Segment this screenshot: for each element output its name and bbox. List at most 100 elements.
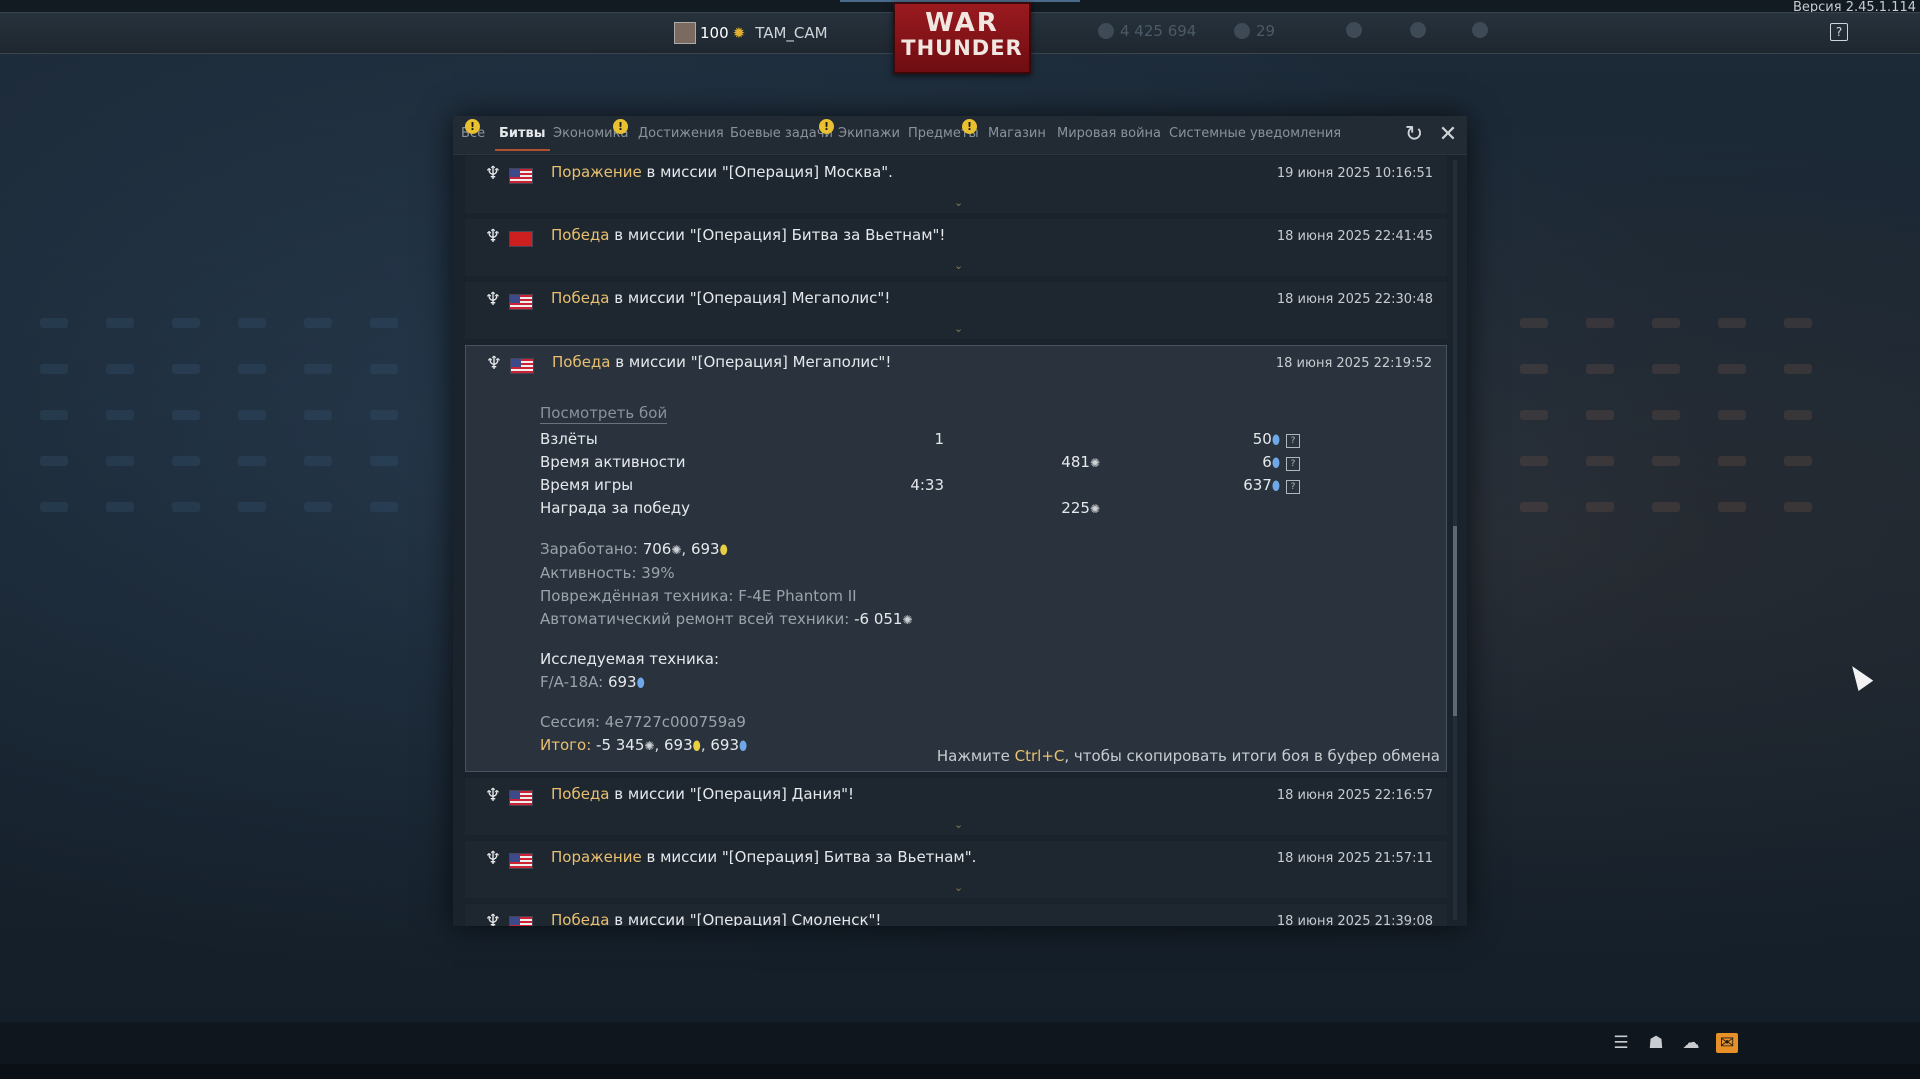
eagle-icon bbox=[1234, 23, 1250, 39]
help-icon[interactable]: ? bbox=[1286, 457, 1300, 471]
research-points-icon: ⬮ bbox=[1271, 433, 1280, 448]
chevron-down-icon[interactable]: ⌄ bbox=[954, 818, 963, 831]
list-item[interactable]: ♆ Победа в миссии "[Операция] Мегаполис"… bbox=[465, 282, 1447, 339]
activity-text: Активность: 39% bbox=[540, 564, 675, 582]
trophy-icon: ♆ bbox=[485, 353, 503, 374]
list-item[interactable]: ♆ Поражение в миссии "[Операция] Москва"… bbox=[465, 156, 1447, 213]
view-battle-link[interactable]: Посмотреть бой bbox=[540, 404, 668, 424]
silver-lions-icon: ✺ bbox=[644, 739, 655, 753]
star-icon: ✹ bbox=[732, 24, 746, 42]
warning-icon: ! bbox=[465, 119, 480, 134]
trophy-icon: ♆ bbox=[484, 226, 502, 247]
research-points-icon bbox=[1346, 22, 1362, 38]
result-word: Победа bbox=[552, 353, 611, 371]
vietnam-flag-icon bbox=[509, 231, 533, 247]
bottom-strip bbox=[0, 1064, 1920, 1079]
damaged-vehicle-text: Повреждённая техника: F-4E Phantom II bbox=[540, 587, 857, 605]
scrollbar-thumb[interactable] bbox=[1453, 526, 1457, 716]
refresh-icon[interactable]: ↻ bbox=[1401, 122, 1427, 148]
war-thunder-logo[interactable]: WAR THUNDER bbox=[893, 2, 1031, 74]
chevron-down-icon[interactable]: ⌄ bbox=[954, 259, 963, 272]
copy-hint: Нажмите Ctrl+C, чтобы скопировать итоги … bbox=[936, 747, 1440, 765]
usa-flag-icon bbox=[509, 916, 533, 926]
chevron-down-icon[interactable]: ⌄ bbox=[954, 322, 963, 335]
research-points-icon: ⬮ bbox=[739, 739, 748, 754]
research-section: Исследуемая техника: F/A-18A: 693⬮ bbox=[540, 650, 720, 691]
battle-details: Посмотреть бой Взлёты 1 50⬮ ? Время акти… bbox=[540, 404, 1440, 758]
premium-icon bbox=[1410, 22, 1426, 38]
tab-economy[interactable]: Экономика ! bbox=[553, 119, 628, 141]
list-item-expanded[interactable]: ♆ Победа в миссии "[Операция] Мегаполис"… bbox=[465, 345, 1447, 772]
eagles-balance[interactable]: 29 bbox=[1234, 22, 1275, 40]
notifications-dialog: Все ! Битвы Экономика ! Достижения Боевы… bbox=[453, 116, 1467, 926]
timestamp: 18 июня 2025 22:19:52 bbox=[1275, 356, 1432, 371]
result-word: Поражение bbox=[551, 163, 642, 181]
timestamp: 18 июня 2025 22:41:45 bbox=[1276, 229, 1433, 244]
timestamp: 18 июня 2025 22:30:48 bbox=[1276, 292, 1433, 307]
mission-text: в миссии "[Операция] Битва за Вьетнам"! bbox=[609, 226, 946, 244]
timestamp: 19 июня 2025 10:16:51 bbox=[1276, 166, 1433, 181]
mission-text: в миссии "[Операция] Москва". bbox=[641, 163, 893, 181]
chevron-down-icon[interactable]: ⌄ bbox=[954, 881, 963, 894]
research-points-resource[interactable] bbox=[1346, 22, 1362, 38]
research-points-icon: ⬮ bbox=[1271, 456, 1280, 471]
tab-items[interactable]: Предметы ! bbox=[908, 119, 979, 141]
list-item[interactable]: ♆ Поражение в миссии "[Операция] Битва з… bbox=[465, 841, 1447, 898]
earnings-summary: Заработано: 706✺, 693⬮ Активность: 39% П… bbox=[540, 538, 1440, 632]
avatar[interactable] bbox=[674, 22, 696, 44]
squad-icon[interactable]: ☗ bbox=[1645, 1033, 1667, 1053]
lightbulb-icon: ⬮ bbox=[692, 739, 701, 754]
mission-text: в миссии "[Операция] Смоленск"! bbox=[609, 911, 882, 926]
silver-lions-icon bbox=[1098, 23, 1114, 39]
table-row: Время активности 481✺ 6⬮ ? bbox=[540, 453, 1440, 476]
list-icon[interactable]: ☰ bbox=[1610, 1033, 1632, 1053]
tab-bar: Все ! Битвы Экономика ! Достижения Боевы… bbox=[453, 116, 1467, 155]
usa-flag-icon bbox=[510, 358, 534, 374]
chevron-down-icon[interactable]: ⌄ bbox=[954, 196, 963, 209]
player-level: 100 bbox=[700, 24, 729, 42]
warning-icon: ! bbox=[962, 119, 977, 134]
tab-crews[interactable]: Экипажи bbox=[838, 126, 900, 141]
tickets-resource[interactable] bbox=[1472, 22, 1488, 38]
result-word: Победа bbox=[551, 289, 610, 307]
mission-text: в миссии "[Операция] Битва за Вьетнам". bbox=[641, 848, 977, 866]
tab-battle-tasks[interactable]: Боевые задачи ! bbox=[730, 119, 834, 141]
help-icon[interactable]: ? bbox=[1286, 480, 1300, 494]
help-icon[interactable]: ? bbox=[1286, 434, 1300, 448]
scrollbar[interactable] bbox=[1453, 160, 1457, 920]
mail-icon[interactable]: ✉ bbox=[1716, 1033, 1738, 1053]
help-button[interactable]: ? bbox=[1830, 23, 1848, 41]
mission-text: в миссии "[Операция] Мегаполис"! bbox=[609, 289, 891, 307]
timestamp: 18 июня 2025 22:16:57 bbox=[1276, 788, 1433, 803]
usa-flag-icon bbox=[509, 294, 533, 310]
silver-lions-icon: ✺ bbox=[1089, 456, 1100, 470]
ticket-icon bbox=[1472, 22, 1488, 38]
timestamp: 18 июня 2025 21:57:11 bbox=[1276, 851, 1433, 866]
tab-system-notifications[interactable]: Системные уведомления bbox=[1169, 126, 1341, 141]
usa-flag-icon bbox=[509, 168, 533, 184]
tab-achievements[interactable]: Достижения bbox=[638, 126, 724, 141]
tab-all[interactable]: Все ! bbox=[461, 119, 485, 141]
silver-lions-icon: ✺ bbox=[902, 613, 913, 627]
close-icon[interactable]: ✕ bbox=[1435, 122, 1461, 148]
list-item[interactable]: ♆ Победа в миссии "[Операция] Смоленск"!… bbox=[465, 904, 1447, 926]
player-info[interactable]: 100 ✹ TAM_CAM bbox=[674, 22, 828, 44]
parachute-defeat-icon: ♆ bbox=[484, 848, 502, 869]
silver-lions-balance[interactable]: 4 425 694 bbox=[1098, 22, 1196, 40]
mission-text: в миссии "[Операция] Мегаполис"! bbox=[610, 353, 892, 371]
tab-world-war[interactable]: Мировая война bbox=[1057, 126, 1161, 141]
list-item[interactable]: ♆ Победа в миссии "[Операция] Битва за В… bbox=[465, 219, 1447, 276]
usa-flag-icon bbox=[509, 790, 533, 806]
mission-text: в миссии "[Операция] Дания"! bbox=[609, 785, 855, 803]
tab-battles[interactable]: Битвы bbox=[495, 126, 550, 151]
list-item[interactable]: ♆ Победа в миссии "[Операция] Дания"! 18… bbox=[465, 778, 1447, 835]
tab-store[interactable]: Магазин bbox=[988, 126, 1046, 141]
result-word: Победа bbox=[551, 226, 610, 244]
battle-notifications-list[interactable]: ♆ Поражение в миссии "[Операция] Москва"… bbox=[465, 156, 1447, 926]
parachute-defeat-icon: ♆ bbox=[484, 163, 502, 184]
table-row: Время игры 4:33 637⬮ ? bbox=[540, 476, 1440, 499]
premium-resource[interactable] bbox=[1410, 22, 1426, 38]
research-points-icon: ⬮ bbox=[636, 676, 645, 691]
usa-flag-icon bbox=[509, 853, 533, 869]
chat-icon[interactable]: ☁ bbox=[1680, 1033, 1702, 1053]
